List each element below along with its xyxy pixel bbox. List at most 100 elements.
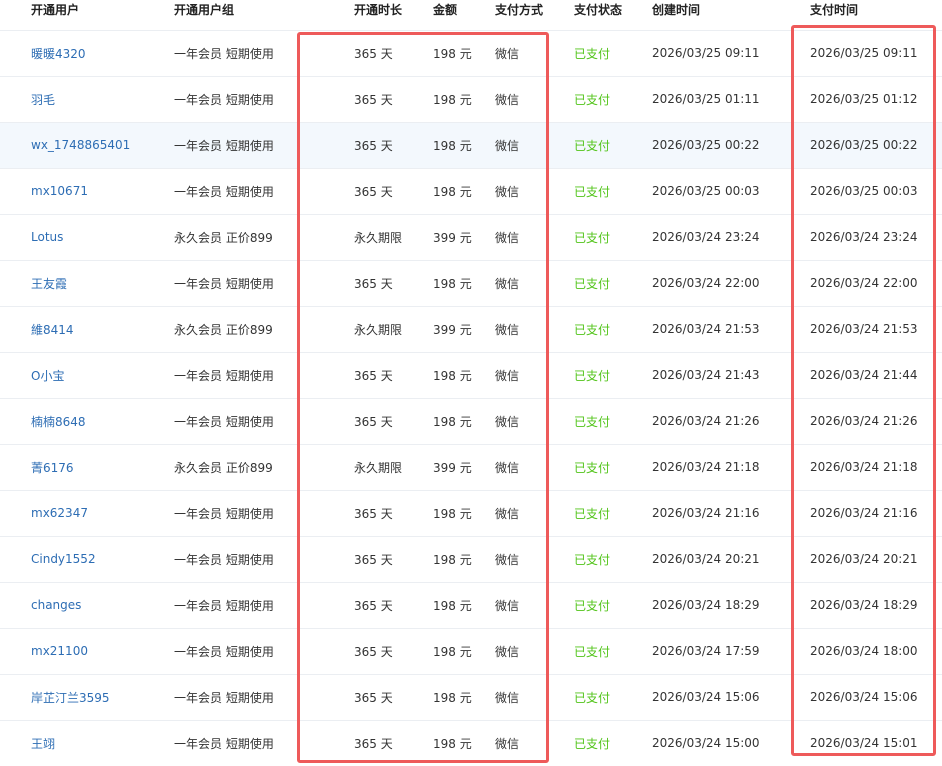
amount: 198 元 [433,368,472,383]
header-amount: 金额 [433,3,458,17]
amount: 198 元 [433,276,472,291]
duration: 365 天 [354,184,393,199]
table-row[interactable]: 暖暖4320 一年会员 短期使用 365 天 198 元 微信 已支付 2026/03/25… [0,30,942,76]
table-row[interactable]: Lotus 永久会员 正价899 永久期限 399 元 微信 已支付 2026/03/24 … [0,214,942,260]
created-time: 2026/03/24 21:26 [652,414,760,428]
pay-status: 已支付 [574,46,611,61]
table-row[interactable]: 岸芷汀兰3595 一年会员 短期使用 365 天 198 元 微信 已支付 2026/03/… [0,674,942,720]
table-row[interactable]: 王翊 一年会员 短期使用 365 天 198 元 微信 已支付 2026/03/24 15:… [0,720,942,766]
amount: 198 元 [433,506,472,521]
pay-status: 已支付 [574,322,611,337]
paid-time: 2026/03/24 18:29 [810,598,918,612]
pay-status: 已支付 [574,690,611,705]
created-time: 2026/03/24 17:59 [652,644,760,658]
user-group: 一年会员 短期使用 [174,644,274,659]
user-group: 一年会员 短期使用 [174,138,274,153]
pay-status: 已支付 [574,184,611,199]
pay-method: 微信 [495,414,520,429]
table-row[interactable]: wx_1748865401 一年会员 短期使用 365 天 198 元 微信 已支付 202… [0,122,942,168]
duration: 永久期限 [354,230,403,245]
table-row[interactable]: changes 一年会员 短期使用 365 天 198 元 微信 已支付 2026/03/2… [0,582,942,628]
user-group: 一年会员 短期使用 [174,92,274,107]
paid-time: 2026/03/24 18:00 [810,644,918,658]
amount: 198 元 [433,92,472,107]
amount: 198 元 [433,690,472,705]
user-link[interactable]: mx21100 [0,628,174,674]
user-link[interactable]: 岸芷汀兰3595 [0,674,174,720]
user-group: 一年会员 短期使用 [174,552,274,567]
user-link[interactable]: 王友霞 [0,260,174,306]
table-header-row: 开通用户 开通用户组 开通时长 金额 支付方式 支付状态 创建时间 支付时间 [0,0,942,30]
user-group: 一年会员 短期使用 [174,690,274,705]
created-time: 2026/03/24 20:21 [652,552,760,566]
user-link[interactable]: 暖暖4320 [0,30,174,76]
amount: 198 元 [433,736,472,751]
table-row[interactable]: mx21100 一年会员 短期使用 365 天 198 元 微信 已支付 2026/03/2… [0,628,942,674]
pay-method: 微信 [495,322,520,337]
amount: 399 元 [433,230,472,245]
user-link[interactable]: 王翊 [0,720,174,766]
amount: 399 元 [433,322,472,337]
paid-time: 2026/03/24 15:01 [810,736,918,751]
pay-status: 已支付 [574,506,611,521]
duration: 365 天 [354,644,393,659]
paid-time: 2026/03/24 21:44 [810,368,918,382]
user-link[interactable]: 羽毛 [0,76,174,122]
created-time: 2026/03/24 23:24 [652,230,760,244]
duration: 永久期限 [354,322,403,337]
pay-method: 微信 [495,460,520,475]
header-created-time: 创建时间 [652,3,701,17]
pay-status: 已支付 [574,138,611,153]
created-time: 2026/03/24 18:29 [652,598,760,612]
user-link[interactable]: 菁6176 [0,444,174,490]
created-time: 2026/03/25 09:11 [652,46,760,60]
pay-method: 微信 [495,552,520,567]
user-link[interactable]: mx10671 [0,168,174,214]
pay-status: 已支付 [574,460,611,475]
pay-status: 已支付 [574,368,611,383]
table-row[interactable]: mx10671 一年会员 短期使用 365 天 198 元 微信 已支付 2026/03/2… [0,168,942,214]
header-user: 开通用户 [31,3,80,17]
header-group: 开通用户组 [174,3,235,17]
amount: 198 元 [433,184,472,199]
amount: 399 元 [433,460,472,475]
pay-status: 已支付 [574,92,611,107]
pay-method: 微信 [495,736,520,751]
table-row[interactable]: O小宝 一年会员 短期使用 365 天 198 元 微信 已支付 2026/03/24 21… [0,352,942,398]
paid-time: 2026/03/24 22:00 [810,276,918,290]
pay-method: 微信 [495,184,520,199]
user-link[interactable]: Lotus [0,214,174,260]
user-group: 一年会员 短期使用 [174,506,274,521]
user-link[interactable]: changes [0,582,174,628]
user-group: 一年会员 短期使用 [174,46,274,61]
table-row[interactable]: Cindy1552 一年会员 短期使用 365 天 198 元 微信 已支付 2026/03… [0,536,942,582]
table-row[interactable]: 羽毛 一年会员 短期使用 365 天 198 元 微信 已支付 2026/03/25 01:… [0,76,942,122]
pay-status: 已支付 [574,276,611,291]
user-link[interactable]: wx_1748865401 [0,122,174,168]
user-link[interactable]: O小宝 [0,352,174,398]
table-row[interactable]: 楠楠8648 一年会员 短期使用 365 天 198 元 微信 已支付 2026/03/24… [0,398,942,444]
user-link[interactable]: Cindy1552 [0,536,174,582]
duration: 365 天 [354,506,393,521]
duration: 365 天 [354,368,393,383]
table-row[interactable]: 維8414 永久会员 正价899 永久期限 399 元 微信 已支付 2026/03/24 … [0,306,942,352]
user-link[interactable]: 維8414 [0,306,174,352]
created-time: 2026/03/25 00:22 [652,138,760,152]
user-link[interactable]: 楠楠8648 [0,398,174,444]
paid-time: 2026/03/24 21:18 [810,460,918,474]
created-time: 2026/03/24 15:00 [652,736,760,751]
table-row[interactable]: 王友霞 一年会员 短期使用 365 天 198 元 微信 已支付 2026/03/24 22… [0,260,942,306]
paid-time: 2026/03/25 09:11 [810,46,918,60]
table-row[interactable]: mx62347 一年会员 短期使用 365 天 198 元 微信 已支付 2026/03/2… [0,490,942,536]
duration: 365 天 [354,552,393,567]
pay-method: 微信 [495,92,520,107]
paid-time: 2026/03/25 01:12 [810,92,918,106]
header-pay-method: 支付方式 [495,3,544,17]
paid-time: 2026/03/24 20:21 [810,552,918,566]
user-link[interactable]: mx62347 [0,490,174,536]
table-row[interactable]: 菁6176 永久会员 正价899 永久期限 399 元 微信 已支付 2026/03/24 … [0,444,942,490]
created-time: 2026/03/24 22:00 [652,276,760,290]
pay-method: 微信 [495,598,520,613]
duration: 永久期限 [354,460,403,475]
pay-status: 已支付 [574,230,611,245]
